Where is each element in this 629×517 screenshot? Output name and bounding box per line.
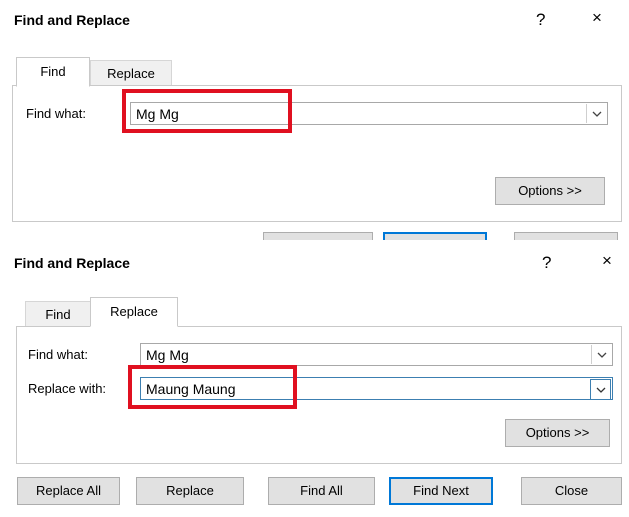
options-button[interactable]: Options >> <box>505 419 610 447</box>
chevron-down-icon[interactable] <box>590 379 611 400</box>
options-button[interactable]: Options >> <box>495 177 605 205</box>
chevron-down-icon[interactable] <box>591 345 611 364</box>
find-next-button-partial[interactable]: Find Next <box>383 228 487 240</box>
dialog-title: Find and Replace <box>14 12 130 28</box>
close-icon[interactable]: × <box>592 8 602 28</box>
find-what-value: Mg Mg <box>136 106 179 122</box>
tab-find[interactable]: Find <box>25 301 91 327</box>
find-all-button-partial[interactable]: Find All <box>263 228 373 240</box>
find-what-label: Find what: <box>28 347 88 362</box>
replace-all-button[interactable]: Replace All <box>17 477 120 505</box>
tab-find-label: Find <box>45 307 71 322</box>
tab-replace[interactable]: Replace <box>90 297 178 327</box>
close-icon[interactable]: × <box>602 251 612 271</box>
tab-replace-label: Replace <box>107 66 155 81</box>
find-next-button[interactable]: Find Next <box>389 477 493 505</box>
close-button-partial[interactable]: Close <box>514 228 618 240</box>
replace-with-value: Maung Maung <box>146 381 236 397</box>
find-what-input[interactable]: Mg Mg <box>130 102 608 125</box>
dialog-title: Find and Replace <box>14 255 130 271</box>
close-button-label: Close <box>514 232 618 240</box>
help-icon[interactable]: ? <box>542 253 551 273</box>
tab-find-label: Find <box>40 64 66 79</box>
chevron-down-icon[interactable] <box>586 104 606 123</box>
replace-with-input[interactable]: Maung Maung <box>140 377 613 400</box>
tab-replace-label: Replace <box>110 304 158 319</box>
find-what-label: Find what: <box>26 106 86 121</box>
find-all-button-label: Find All <box>263 232 373 240</box>
replace-button[interactable]: Replace <box>136 477 244 505</box>
replace-with-label: Replace with: <box>28 381 107 396</box>
tab-find[interactable]: Find <box>16 57 90 87</box>
find-replace-dialog-replace-tab: Find and Replace ? × Find Replace Find w… <box>0 243 629 517</box>
help-icon[interactable]: ? <box>536 10 545 30</box>
find-all-button[interactable]: Find All <box>268 477 375 505</box>
find-what-input[interactable]: Mg Mg <box>140 343 613 366</box>
close-button[interactable]: Close <box>521 477 622 505</box>
find-replace-dialog-find-tab: Find and Replace ? × Find Replace Find w… <box>0 0 629 240</box>
find-what-value: Mg Mg <box>146 347 189 363</box>
find-next-button-label: Find Next <box>383 232 487 240</box>
tab-replace[interactable]: Replace <box>90 60 172 86</box>
